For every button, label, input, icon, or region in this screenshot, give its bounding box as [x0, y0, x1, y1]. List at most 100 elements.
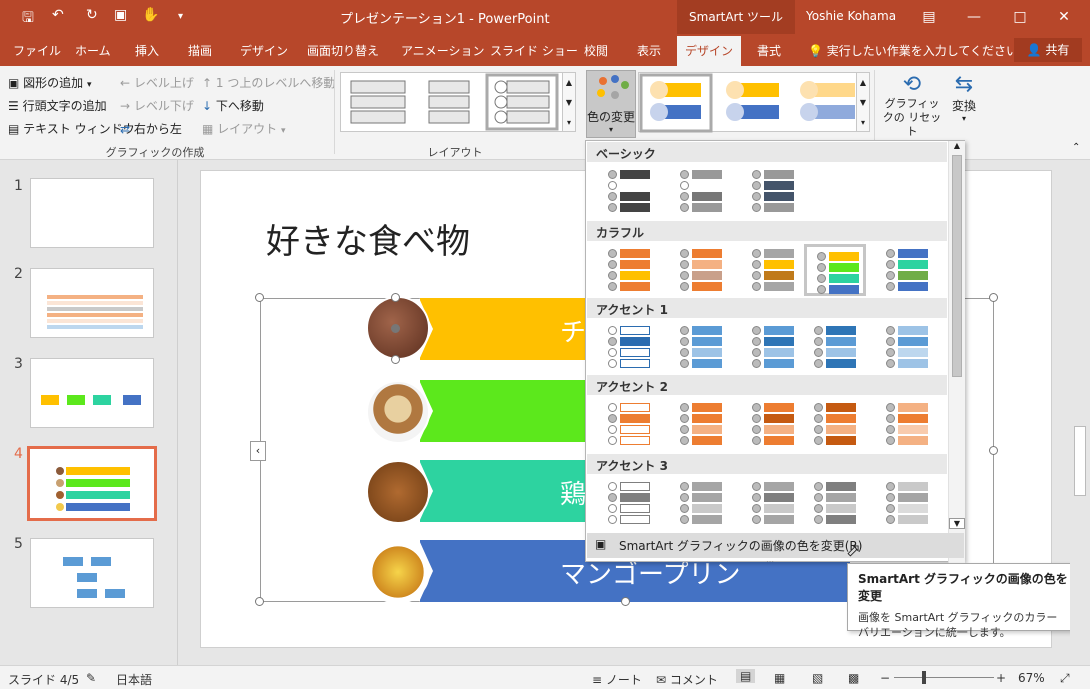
- color-variation-swatch[interactable]: [598, 244, 660, 296]
- tab-design[interactable]: デザイン: [240, 42, 288, 59]
- zoom-in-icon[interactable]: +: [996, 671, 1006, 685]
- color-variation-swatch[interactable]: [598, 321, 660, 373]
- color-variation-swatch[interactable]: [876, 244, 938, 296]
- layout-button[interactable]: ▦ レイアウト ▾: [202, 120, 286, 137]
- color-variation-swatch[interactable]: [742, 165, 804, 217]
- zoom-out-icon[interactable]: −: [880, 671, 890, 685]
- color-variation-swatch[interactable]: [804, 321, 866, 373]
- reset-graphic-button[interactable]: ⟲ グラフィックの リセット: [880, 72, 944, 139]
- color-variation-swatch[interactable]: [876, 477, 938, 529]
- resize-grip-icon[interactable]: ⋯: [766, 557, 774, 566]
- tab-insert[interactable]: 挿入: [135, 42, 159, 59]
- undo-icon[interactable]: ↶: [52, 7, 64, 23]
- scroll-down-icon[interactable]: ▼: [949, 518, 965, 529]
- resize-handle[interactable]: [621, 597, 630, 606]
- tab-file[interactable]: ファイル: [13, 42, 61, 59]
- color-variation-swatch[interactable]: [742, 321, 804, 373]
- tab-transitions[interactable]: 画面切り替え: [307, 42, 379, 59]
- tab-format[interactable]: 書式: [757, 42, 781, 59]
- color-variation-swatch[interactable]: [598, 477, 660, 529]
- slide-thumbnail[interactable]: [30, 538, 154, 608]
- resize-handle[interactable]: [391, 293, 400, 302]
- right-to-left-button[interactable]: ⇄ 右から左: [120, 120, 182, 137]
- food-photo-mango-pudding[interactable]: [366, 540, 430, 604]
- change-colors-button[interactable]: 色の変更 ▾: [586, 70, 636, 138]
- language-indicator[interactable]: 日本語: [116, 671, 152, 688]
- resize-handle[interactable]: [989, 446, 998, 455]
- layout-gallery-scroll[interactable]: ▲ ▼ ▾: [562, 72, 576, 132]
- touch-mode-icon[interactable]: ✋: [142, 7, 159, 23]
- comments-button[interactable]: ✉ コメント: [656, 671, 718, 688]
- slide-thumbnail[interactable]: [30, 178, 154, 248]
- color-variation-swatch[interactable]: [804, 477, 866, 529]
- ribbon-display-icon[interactable]: ▤: [917, 5, 941, 29]
- color-variation-swatch[interactable]: [670, 321, 732, 373]
- tab-view[interactable]: 表示: [637, 42, 661, 59]
- zoom-slider-thumb[interactable]: [922, 671, 926, 684]
- redo-icon[interactable]: ↻: [86, 7, 98, 23]
- tab-draw[interactable]: 描画: [188, 42, 212, 59]
- color-variation-swatch[interactable]: [742, 244, 804, 296]
- slideshow-icon[interactable]: ▩: [848, 671, 859, 685]
- text-pane-button[interactable]: ▤ テキスト ウィンドウ: [8, 120, 135, 137]
- menu-scrollbar[interactable]: ▲ ▼: [948, 141, 965, 563]
- color-variation-swatch[interactable]: [742, 398, 804, 450]
- tab-review[interactable]: 校閲: [584, 42, 608, 59]
- rotate-handle[interactable]: [391, 324, 400, 333]
- style-gallery-scroll[interactable]: ▲ ▼ ▾: [856, 72, 870, 132]
- maximize-icon[interactable]: □: [1008, 5, 1032, 29]
- convert-button[interactable]: ⇆ 変換 ▾: [944, 72, 984, 123]
- resize-handle[interactable]: [989, 293, 998, 302]
- scroll-thumb[interactable]: [952, 155, 962, 377]
- save-icon[interactable]: 🖫: [22, 7, 34, 31]
- color-variation-swatch[interactable]: [804, 244, 866, 296]
- resize-handle[interactable]: [255, 597, 264, 606]
- color-variation-swatch[interactable]: [876, 398, 938, 450]
- user-name[interactable]: Yoshie Kohama: [806, 9, 896, 23]
- slide-thumbnail[interactable]: [30, 358, 154, 428]
- slide-thumbnail-active[interactable]: [27, 446, 157, 521]
- food-photo-ramen[interactable]: [366, 380, 430, 444]
- promote-button[interactable]: ← レベル上げ: [120, 74, 194, 91]
- spellcheck-icon[interactable]: ✎: [86, 671, 96, 685]
- reading-view-icon[interactable]: ▧: [812, 671, 823, 685]
- text-pane-toggle-icon[interactable]: ‹: [250, 441, 266, 461]
- close-icon[interactable]: ✕: [1052, 5, 1076, 29]
- color-variation-swatch[interactable]: [670, 398, 732, 450]
- add-bullet-button[interactable]: ☰ 行頭文字の追加: [8, 97, 107, 114]
- presentation-icon[interactable]: ▣: [114, 7, 127, 23]
- color-variation-swatch[interactable]: [670, 244, 732, 296]
- resize-handle[interactable]: [255, 293, 264, 302]
- recolor-pictures-menu-item[interactable]: ▣ SmartArt グラフィックの画像の色を変更(R): [587, 533, 964, 558]
- layout-gallery[interactable]: [340, 72, 564, 132]
- minimize-icon[interactable]: —: [962, 5, 986, 29]
- smartart-styles-gallery[interactable]: [638, 72, 870, 133]
- notes-button[interactable]: ≡ ノート: [592, 671, 642, 688]
- color-variation-swatch[interactable]: [742, 477, 804, 529]
- move-down-button[interactable]: ↓ 下へ移動: [202, 97, 264, 114]
- resize-handle[interactable]: [391, 355, 400, 364]
- tab-animations[interactable]: アニメーション: [401, 42, 485, 59]
- color-variation-swatch[interactable]: [876, 321, 938, 373]
- color-variation-swatch[interactable]: [598, 165, 660, 217]
- demote-button[interactable]: → レベル下げ: [120, 97, 194, 114]
- zoom-level[interactable]: 67%: [1018, 671, 1045, 685]
- zoom-slider[interactable]: [894, 677, 994, 678]
- normal-view-icon[interactable]: ▤: [736, 669, 756, 683]
- slide-sorter-icon[interactable]: ▦: [774, 671, 785, 685]
- color-variation-swatch[interactable]: [670, 477, 732, 529]
- share-button[interactable]: 👤 共有: [1014, 38, 1082, 62]
- color-variation-swatch[interactable]: [598, 398, 660, 450]
- collapse-ribbon-icon[interactable]: ⌃: [1072, 142, 1080, 153]
- fit-to-window-icon[interactable]: ⤢: [1060, 671, 1070, 686]
- scroll-thumb[interactable]: [1074, 426, 1086, 496]
- add-shape-button[interactable]: ▣ 図形の追加 ▾: [8, 74, 92, 91]
- scroll-up-icon[interactable]: ▲: [949, 141, 965, 155]
- customize-qat-icon[interactable]: ▾: [178, 11, 183, 22]
- move-up-button[interactable]: ↑ 1 つ上のレベルへ移動: [202, 74, 335, 91]
- slide-vertical-scrollbar[interactable]: [1070, 160, 1090, 665]
- tab-smartart-design[interactable]: デザイン: [677, 36, 741, 66]
- slide-thumbnail[interactable]: [30, 268, 154, 338]
- slide-title[interactable]: 好きな食べ物: [266, 214, 470, 263]
- color-variation-swatch[interactable]: [670, 165, 732, 217]
